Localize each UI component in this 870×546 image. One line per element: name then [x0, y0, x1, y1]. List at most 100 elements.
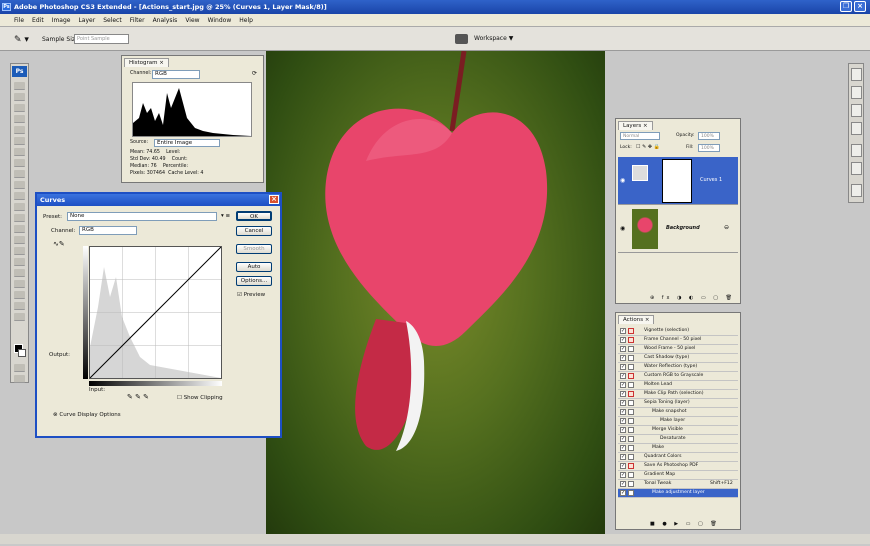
eye-icon[interactable]: ◉ — [620, 177, 625, 184]
gradient-tool-icon[interactable] — [14, 203, 25, 211]
action-item[interactable]: ✓ Vignette (selection) — [618, 327, 738, 336]
info-icon[interactable] — [851, 86, 862, 99]
options-button[interactable]: Options... — [236, 276, 272, 286]
eyedropper-tool-icon[interactable] — [14, 137, 25, 145]
action-item[interactable]: ✓ Custom RGB to Grayscale — [618, 372, 738, 381]
menu-analysis[interactable]: Analysis — [153, 14, 178, 26]
history-brush-tool-icon[interactable] — [14, 181, 25, 189]
background-thumbnail[interactable] — [632, 209, 658, 249]
eyedropper-sample-tool-icon[interactable] — [14, 291, 25, 299]
layer-row-background[interactable]: ◉ Background ⊖ — [618, 205, 738, 253]
action-item[interactable]: ✓ Wood Frame - 50 pixel — [618, 345, 738, 354]
eyedropper-icons[interactable]: ✎ ✎ ✎ — [127, 393, 149, 401]
action-item[interactable]: ✓ Make layer — [618, 417, 738, 426]
refresh-icon[interactable]: ⟳ — [252, 70, 257, 77]
close-button[interactable]: × — [854, 1, 866, 12]
color-icon[interactable] — [851, 104, 862, 117]
crop-tool-icon[interactable] — [14, 126, 25, 134]
layer-name-curves[interactable]: Curves 1 — [700, 177, 722, 183]
character-icon[interactable] — [851, 144, 862, 157]
layer-name-background[interactable]: Background — [666, 225, 700, 231]
action-item[interactable]: ✓ Merge Visible — [618, 426, 738, 435]
tool-presets-icon[interactable] — [851, 184, 862, 197]
menu-image[interactable]: Image — [52, 14, 71, 26]
paragraph-icon[interactable] — [851, 162, 862, 175]
menu-help[interactable]: Help — [239, 14, 253, 26]
menu-window[interactable]: Window — [208, 14, 232, 26]
eyedropper-icon[interactable]: ✎ ▾ — [14, 35, 29, 45]
action-item[interactable]: ✓ Desaturate — [618, 435, 738, 444]
restore-button[interactable]: ❐ — [840, 1, 852, 12]
eye-icon[interactable]: ◉ — [620, 225, 625, 232]
channel-select[interactable]: RGB — [79, 226, 137, 235]
histogram-tab[interactable]: Histogram × — [124, 58, 169, 67]
action-item[interactable]: ✓ Tonal Tweak Shift+F12 — [618, 480, 738, 489]
menu-select[interactable]: Select — [103, 14, 122, 26]
layer-row-curves[interactable]: ◉ Curves 1 — [618, 157, 738, 205]
brush-tool-icon[interactable] — [14, 159, 25, 167]
show-clipping-checkbox[interactable]: ☐ Show Clipping — [177, 395, 223, 401]
action-item[interactable]: ✓ Cast Shadow (type) — [618, 354, 738, 363]
action-item[interactable]: ✓ Make — [618, 444, 738, 453]
action-item[interactable]: ✓ Save As Photoshop PDF — [618, 462, 738, 471]
menu-layer[interactable]: Layer — [78, 14, 95, 26]
workspace-button[interactable]: Workspace ▼ — [474, 34, 522, 44]
preset-options-icon[interactable]: ▾ ≡ — [221, 213, 230, 219]
notes-tool-icon[interactable] — [14, 280, 25, 288]
action-item[interactable]: ✓ Quadrant Colors — [618, 453, 738, 462]
swatches-icon[interactable] — [851, 122, 862, 135]
screen-mode-icon[interactable] — [14, 375, 25, 383]
sample-size-select[interactable]: Point Sample — [74, 34, 129, 44]
type-tool-icon[interactable] — [14, 247, 25, 255]
pen-tool-icon[interactable] — [14, 236, 25, 244]
navigator-icon[interactable] — [851, 68, 862, 81]
blend-mode-select[interactable]: Normal — [620, 132, 660, 140]
cancel-button[interactable]: Cancel — [236, 226, 272, 236]
ok-button[interactable]: OK — [236, 211, 272, 221]
lasso-tool-icon[interactable] — [14, 104, 25, 112]
eraser-tool-icon[interactable] — [14, 192, 25, 200]
histogram-source-select[interactable]: Entire Image — [154, 139, 220, 147]
path-selection-tool-icon[interactable] — [14, 258, 25, 266]
menu-view[interactable]: View — [185, 14, 199, 26]
move-tool-icon[interactable] — [14, 82, 25, 90]
hand-tool-icon[interactable] — [14, 302, 25, 310]
document-image[interactable] — [266, 50, 605, 544]
menu-filter[interactable]: Filter — [130, 14, 145, 26]
curve-graph[interactable] — [89, 246, 222, 379]
action-item[interactable]: ✓ Gradient Map — [618, 471, 738, 480]
layers-footer-icons[interactable]: ⊕ fx ◑ ◐ ▭ ▢ 🗑 — [650, 295, 735, 301]
action-item[interactable]: ✓ Make Clip Path (selection) — [618, 390, 738, 399]
preset-select[interactable]: None — [67, 212, 217, 221]
action-item[interactable]: ✓ Make snapshot — [618, 408, 738, 417]
auto-button[interactable]: Auto — [236, 262, 272, 272]
histogram-channel-select[interactable]: RGB — [152, 70, 200, 79]
curve-point-tool-icon[interactable]: ∿✎ — [53, 240, 65, 248]
action-item[interactable]: ✓ Molten Lead — [618, 381, 738, 390]
action-item[interactable]: ✓ Frame Channel - 50 pixel — [618, 336, 738, 345]
close-icon[interactable]: × — [269, 195, 279, 204]
blur-tool-icon[interactable] — [14, 214, 25, 222]
bridge-icon[interactable] — [455, 34, 468, 44]
action-item-selected[interactable]: ✓ Make adjustment layer — [618, 489, 738, 498]
magic-wand-tool-icon[interactable] — [14, 115, 25, 123]
dodge-tool-icon[interactable] — [14, 225, 25, 233]
background-color-swatch[interactable] — [18, 349, 26, 357]
shape-tool-icon[interactable] — [14, 269, 25, 277]
opacity-field[interactable]: 100% — [698, 132, 720, 140]
marquee-tool-icon[interactable] — [14, 93, 25, 101]
zoom-tool-icon[interactable] — [14, 313, 25, 321]
menu-file[interactable]: File — [14, 14, 24, 26]
layer-mask-thumbnail[interactable] — [662, 159, 692, 203]
preview-checkbox[interactable]: ☑ Preview — [237, 292, 265, 298]
healing-tool-icon[interactable] — [14, 148, 25, 156]
menu-edit[interactable]: Edit — [32, 14, 44, 26]
layers-tab[interactable]: Layers × — [618, 121, 653, 130]
clone-stamp-tool-icon[interactable] — [14, 170, 25, 178]
lock-icons[interactable]: ☐ ✎ ✥ 🔒 — [636, 144, 660, 150]
action-item[interactable]: ✓ Water Reflection (type) — [618, 363, 738, 372]
actions-tab[interactable]: Actions × — [618, 315, 655, 324]
actions-footer-icons[interactable]: ■ ● ▶ ▭ ▢ 🗑 — [650, 521, 720, 527]
action-item[interactable]: ✓ Sepia Toning (layer) — [618, 399, 738, 408]
curve-display-options-toggle[interactable]: ⊗ Curve Display Options — [53, 412, 121, 418]
